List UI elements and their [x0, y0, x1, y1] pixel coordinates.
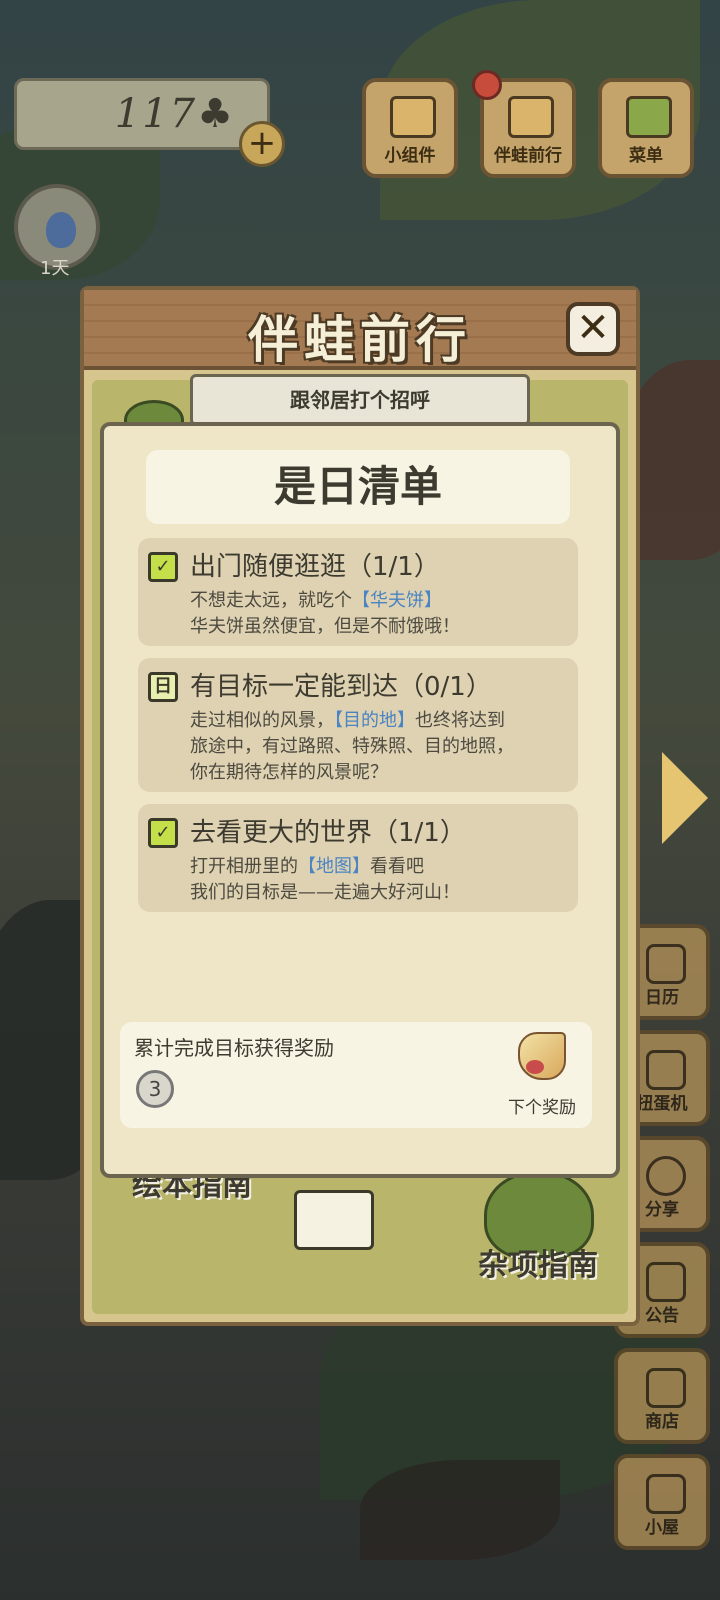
menu-icon: [626, 96, 672, 138]
task-title: 出门随便逛逛（1/1）: [190, 552, 440, 582]
widget-button[interactable]: 小组件: [362, 78, 458, 178]
menu-label: 菜单: [629, 146, 663, 166]
reward-title: 累计完成目标获得奖励: [134, 1036, 334, 1060]
notification-dot: [472, 70, 502, 100]
calendar-icon: [646, 944, 686, 984]
map-link[interactable]: 【地图】: [298, 856, 370, 877]
task-item: 日 有目标一定能到达（0/1） 走过相似的风景，【目的地】也终将达到 旅途中，有…: [138, 658, 578, 792]
reward-box: 累计完成目标获得奖励 3 下个奖励: [120, 1022, 592, 1128]
companion-label: 伴蛙前行: [494, 146, 562, 166]
task-item: ✓ 去看更大的世界（1/1） 打开相册里的【地图】看看吧 我们的目标是——走遍大…: [138, 804, 578, 912]
check-icon: ✓: [148, 552, 178, 582]
task-item: ✓ 出门随便逛逛（1/1） 不想走太远，就吃个【华夫饼】 华夫饼虽然便宜，但是不…: [138, 538, 578, 646]
exclamation-icon: [646, 1262, 686, 1302]
notebook-icon: [508, 96, 554, 138]
daily-checklist-modal: 是日清单 ✓ 出门随便逛逛（1/1） 不想走太远，就吃个【华夫饼】 华夫饼虽然便…: [100, 422, 620, 1178]
task-description: 打开相册里的【地图】看看吧 我们的目标是——走遍大好河山！: [190, 856, 460, 903]
chevron-right-icon[interactable]: [662, 752, 708, 844]
shop-button[interactable]: 商店: [614, 1348, 710, 1444]
waffle-link[interactable]: 【华夫饼】: [352, 590, 442, 611]
misc-guide-button[interactable]: 杂项指南: [478, 1240, 598, 1284]
house-icon: [646, 1474, 686, 1514]
add-clover-button[interactable]: +: [239, 121, 285, 167]
destination-link[interactable]: 【目的地】: [334, 710, 415, 731]
check-icon: ✓: [148, 818, 178, 848]
close-button[interactable]: ✕: [566, 302, 620, 356]
tab-banner[interactable]: 跟邻居打个招呼: [190, 374, 530, 426]
bird-icon: [46, 212, 76, 248]
shop-label: 商店: [645, 1412, 679, 1432]
hermit-crab-shell-icon[interactable]: [518, 1032, 566, 1080]
panel-header: 伴蛙前行 ✕: [84, 290, 636, 370]
next-reward-label: 下个奖励: [508, 1098, 576, 1118]
house-button[interactable]: 小屋: [614, 1454, 710, 1550]
panel-title: 伴蛙前行: [248, 311, 472, 369]
widget-label: 小组件: [384, 146, 436, 166]
task-description: 不想走太远，就吃个【华夫饼】 华夫饼虽然便宜，但是不耐饿哦！: [190, 590, 460, 637]
house-label: 小屋: [645, 1518, 679, 1538]
clover-count: 117♣: [114, 91, 235, 137]
calendar-day-icon: 日: [148, 672, 178, 702]
day-counter: 1天: [40, 258, 70, 279]
task-description: 走过相似的风景，【目的地】也终将达到 旅途中，有过路照、特殊照、目的地照， 你在…: [190, 710, 514, 783]
task-title: 有目标一定能到达（0/1）: [190, 672, 492, 702]
share-icon: [646, 1156, 686, 1196]
gacha-icon: [646, 1050, 686, 1090]
guide-card-icon[interactable]: [294, 1190, 374, 1250]
reward-count-badge: 3: [136, 1070, 174, 1108]
task-title: 去看更大的世界（1/1）: [190, 818, 466, 848]
widget-icon: [390, 96, 436, 138]
shop-bag-icon: [646, 1368, 686, 1408]
clover-counter: 117♣ +: [14, 78, 285, 167]
menu-button[interactable]: 菜单: [598, 78, 694, 178]
checklist-title: 是日清单: [146, 450, 570, 524]
